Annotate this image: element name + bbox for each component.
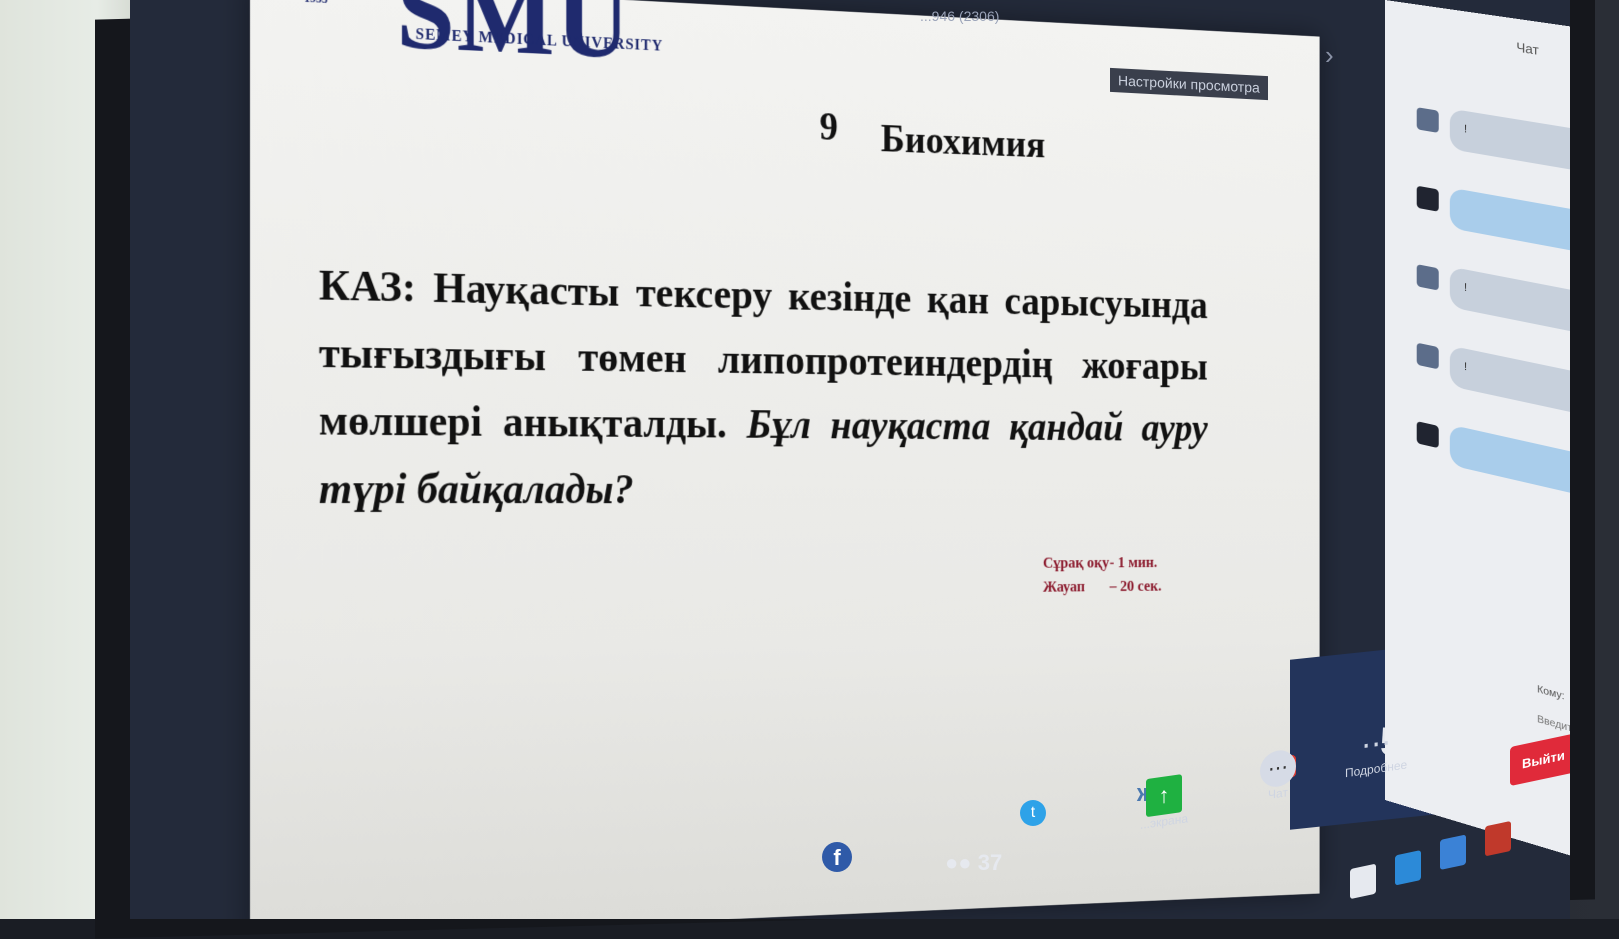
- timing-row: Жауап – 20 сек.: [1043, 574, 1175, 598]
- timing-row: Сұрақ оқу- 1 мин.: [1043, 551, 1175, 575]
- app-l-icon[interactable]: [1440, 834, 1466, 870]
- question-lead: КАЗ:: [319, 261, 416, 312]
- avatar: [1417, 343, 1439, 370]
- share-screen-button[interactable]: ↑ ...экрана: [1140, 773, 1188, 832]
- app-cat-icon[interactable]: [1485, 821, 1511, 857]
- slide-number: 9: [820, 104, 838, 150]
- mail-icon[interactable]: [1395, 850, 1421, 886]
- timing-block: Сұрақ оқу- 1 мин. Жауап – 20 сек.: [1043, 551, 1175, 599]
- chevron-right-icon[interactable]: ›: [1325, 40, 1334, 71]
- chat-bubble-icon: ⋯: [1260, 748, 1296, 789]
- briefcase-icon[interactable]: [1350, 864, 1376, 900]
- timing-label: Сұрақ оқу: [1043, 551, 1110, 575]
- timing-value: - 1 мин.: [1110, 551, 1176, 575]
- chat-button[interactable]: ⋯ Чат: [1260, 748, 1296, 803]
- slide-title: Биохимия: [881, 116, 1045, 167]
- question-text: КАЗ: Науқасты тексеру кезінде қан сарысу…: [319, 252, 1208, 523]
- chat-label: Чат: [1268, 785, 1288, 802]
- avatar: [1417, 264, 1439, 290]
- timing-label: Жауап: [1043, 574, 1110, 598]
- avatar: [1417, 107, 1439, 133]
- video-conference-screen: 1953 SMU SEMEY MEDICAL UNIVERSITY 9 Биох…: [130, 0, 1570, 919]
- share-arrow-icon: ↑: [1146, 774, 1182, 817]
- avatar: [1417, 186, 1439, 212]
- logo-year: 1953: [304, 0, 327, 7]
- chat-message: [1395, 392, 1570, 525]
- presenter-id: ...946 (2306): [920, 8, 999, 24]
- timing-value: – 20 сек.: [1110, 574, 1176, 598]
- more-button[interactable]: ⋯ Подробнее: [1345, 722, 1407, 780]
- avatar: [1417, 421, 1439, 448]
